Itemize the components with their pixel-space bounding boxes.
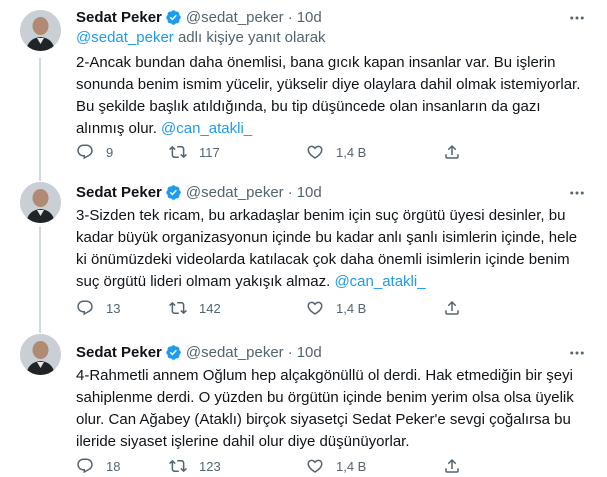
tweet-1[interactable]: Sedat Peker @sedat_peker · 10d @sedat_pe… — [0, 0, 607, 171]
like-icon — [307, 301, 323, 315]
tweet-line: sahiplenme derdi. O yüzden bu örgütün iç… — [76, 389, 574, 406]
tweet-line: Bu şekilde başlık atıldığında, bu tip dü… — [76, 98, 541, 115]
share-button[interactable] — [443, 457, 461, 475]
retweet-icon — [169, 145, 187, 159]
reply-icon — [77, 300, 93, 316]
avatar[interactable] — [20, 334, 61, 375]
tweet-text: 2-Ancak bundan daha önemlisi, bana gıcık… — [76, 52, 586, 140]
avatar[interactable] — [20, 182, 61, 223]
reply-button[interactable]: 9 — [76, 143, 169, 161]
tweet-text: 3-Sizden tek ricam, bu arkadaşlar benim … — [76, 205, 586, 293]
like-count: 1,4 B — [336, 300, 367, 316]
verified-badge-icon — [166, 9, 181, 25]
action-bar: 18 123 1,4 B — [76, 455, 586, 477]
retweet-button[interactable]: 123 — [169, 457, 306, 475]
reply-button[interactable]: 13 — [76, 299, 169, 317]
timestamp[interactable]: 10d — [297, 344, 322, 361]
tweet-text: 4-Rahmetli annem Oğlum hep alçakgönüllü … — [76, 365, 586, 453]
tweet-line-text: suç örgütü lideri olmam yakışık almaz. — [76, 273, 331, 290]
thread-line — [39, 227, 41, 323]
more-icon[interactable] — [567, 343, 587, 363]
timestamp[interactable]: 10d — [297, 184, 322, 201]
like-count: 1,4 B — [336, 144, 367, 160]
separator-dot: · — [287, 8, 293, 26]
like-icon — [307, 145, 323, 159]
tweet-header: Sedat Peker @sedat_peker · 10d — [76, 341, 567, 363]
display-name[interactable]: Sedat Peker — [76, 184, 162, 201]
avatar[interactable] — [20, 10, 61, 51]
action-bar: 13 142 1,4 B — [76, 297, 586, 319]
reply-count: 9 — [106, 144, 114, 160]
handle[interactable]: @sedat_peker — [186, 344, 284, 361]
tweet-line: olur. Can Ağabey (Ataklı) birçok siyaset… — [76, 411, 571, 428]
reply-handle-link[interactable]: @sedat_peker — [76, 29, 174, 46]
verified-badge-icon — [166, 184, 181, 200]
tweet-line: 2-Ancak bundan daha önemlisi, bana gıcık… — [76, 54, 556, 71]
share-icon — [445, 144, 459, 159]
timestamp[interactable]: 10d — [297, 9, 322, 26]
action-bar: 9 117 1,4 B — [76, 141, 586, 163]
reply-count: 13 — [106, 300, 121, 316]
tweet-header: Sedat Peker @sedat_peker · 10d — [76, 181, 567, 203]
more-icon[interactable] — [567, 8, 587, 28]
like-button[interactable]: 1,4 B — [306, 143, 443, 161]
more-icon[interactable] — [567, 183, 587, 203]
retweet-button[interactable]: 117 — [169, 143, 306, 161]
thread-line — [39, 323, 41, 333]
reply-count: 18 — [106, 458, 121, 474]
display-name[interactable]: Sedat Peker — [76, 9, 162, 26]
retweet-count: 123 — [199, 458, 221, 474]
verified-badge-icon — [166, 344, 181, 360]
retweet-icon — [169, 301, 187, 315]
like-button[interactable]: 1,4 B — [306, 457, 443, 475]
display-name[interactable]: Sedat Peker — [76, 344, 162, 361]
share-icon — [445, 458, 459, 473]
tweet-line: sonunda benim ismim yücelir, yükselir di… — [76, 76, 581, 93]
retweet-count: 117 — [199, 144, 220, 160]
share-icon — [445, 300, 459, 315]
retweet-icon — [169, 459, 187, 473]
share-button[interactable] — [443, 299, 461, 317]
reply-icon — [77, 144, 93, 160]
mention-link[interactable]: @can_atakli_ — [334, 273, 425, 290]
reply-icon — [77, 458, 93, 474]
separator-dot: · — [287, 343, 293, 361]
handle[interactable]: @sedat_peker — [186, 9, 284, 26]
reply-button[interactable]: 18 — [76, 457, 169, 475]
tweet-line-text: alınmış olur. — [76, 120, 157, 137]
tweet-2[interactable]: Sedat Peker @sedat_peker · 10d 3-Sizden … — [0, 171, 607, 323]
tweet-line: 3-Sizden tek ricam, bu arkadaşlar benim … — [76, 207, 566, 224]
reply-context: @sedat_peker adlı kişiye yanıt olarak — [76, 29, 326, 46]
like-count: 1,4 B — [336, 458, 367, 474]
separator-dot: · — [287, 183, 293, 201]
thread-line — [39, 171, 41, 181]
like-icon — [307, 459, 323, 473]
tweet-line: ki önümüzdeki videolarda katılacak çok d… — [76, 251, 570, 268]
tweet-line-last: suç örgütü lideri olmam yakışık almaz. @… — [76, 271, 586, 293]
tweet-header: Sedat Peker @sedat_peker · 10d — [76, 6, 567, 28]
mention-link[interactable]: @can_atakli_ — [161, 120, 252, 137]
retweet-button[interactable]: 142 — [169, 299, 306, 317]
tweet-line: 4-Rahmetli annem Oğlum hep alçakgönüllü … — [76, 367, 573, 384]
tweet-line: kadar büyük organizasyonun içinde bu kad… — [76, 229, 578, 246]
tweet-line: ileride siyaset işlerine dahil olur diye… — [76, 433, 410, 450]
reply-context-text: adlı kişiye yanıt olarak — [177, 29, 326, 46]
tweet-line-last: alınmış olur. @can_atakli_ — [76, 118, 586, 140]
handle[interactable]: @sedat_peker — [186, 184, 284, 201]
retweet-count: 142 — [199, 300, 221, 316]
tweet-3[interactable]: Sedat Peker @sedat_peker · 10d 4-Rahmetl… — [0, 323, 607, 474]
share-button[interactable] — [443, 143, 461, 161]
thread-line — [39, 58, 41, 171]
like-button[interactable]: 1,4 B — [306, 299, 443, 317]
